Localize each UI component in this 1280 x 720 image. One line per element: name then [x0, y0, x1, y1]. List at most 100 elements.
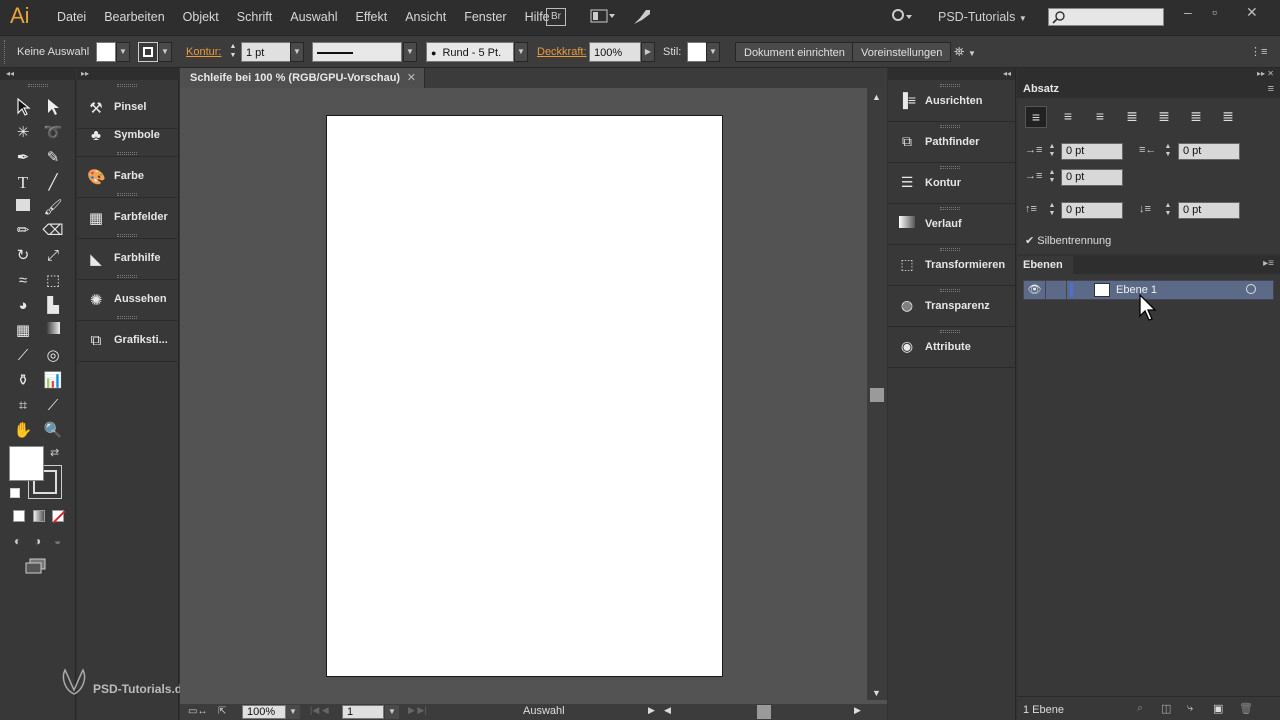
menu-effekt[interactable]: Effekt — [346, 10, 396, 24]
new-sublayer-icon[interactable]: ⤷ — [1187, 702, 1193, 715]
justify-right-icon[interactable]: ≣ — [1185, 106, 1207, 128]
align-left-icon[interactable]: ≡ — [1025, 106, 1047, 128]
none-mode-icon[interactable] — [52, 510, 65, 523]
first-line-stepper[interactable]: ▲ ▼ — [1047, 169, 1057, 186]
vertical-scroll-thumb[interactable] — [870, 388, 884, 402]
scroll-right-icon[interactable]: ▶ — [854, 705, 861, 716]
share-icon[interactable]: ⇱ — [218, 706, 226, 717]
slice-tool-icon[interactable]: ⟋ — [42, 395, 64, 417]
panel-menu-icon[interactable]: ▸≡ — [1263, 258, 1274, 269]
menu-auswahl[interactable]: Auswahl — [281, 10, 346, 24]
stroke-label[interactable]: Kontur: — [186, 42, 221, 62]
isolate-selection-icon[interactable]: ⛯ ▼ — [954, 42, 988, 62]
shape-builder-icon[interactable]: ◕ — [12, 295, 34, 317]
new-layer-icon[interactable]: ▣ — [1213, 702, 1223, 715]
panel-ausrichten[interactable]: ▐≡ Ausrichten — [888, 81, 1015, 122]
lock-toggle[interactable] — [1047, 281, 1067, 299]
style-swatch[interactable] — [687, 42, 707, 62]
document-setup-button[interactable]: Dokument einrichten — [735, 42, 854, 62]
menu-datei[interactable]: Datei — [48, 10, 95, 24]
stroke-profile-field[interactable]: Gleichm. — [312, 42, 402, 79]
mesh-tool-icon[interactable]: ▦ — [12, 320, 34, 342]
pen-tool-icon[interactable]: ✒ — [12, 147, 34, 169]
align-center-icon[interactable]: ≡ — [1057, 106, 1079, 128]
horizontal-scroll-thumb[interactable] — [757, 705, 771, 719]
stroke-weight-field[interactable]: 1 pt — [241, 42, 291, 62]
justify-center-icon[interactable]: ≣ — [1153, 106, 1175, 128]
layers-panel-header[interactable]: Ebenen ▸≡ — [1017, 256, 1280, 274]
type-tool-icon[interactable]: T — [12, 172, 34, 194]
direct-selection-tool-icon[interactable] — [42, 98, 64, 120]
indent-left-stepper[interactable]: ▲ ▼ — [1047, 143, 1057, 160]
fill-swatch[interactable] — [96, 42, 116, 62]
magic-wand-icon[interactable]: ✳ — [12, 122, 34, 144]
bridge-button[interactable]: Br — [546, 8, 566, 26]
curvature-tool-icon[interactable]: ✎ — [42, 147, 64, 169]
fill-dropdown[interactable]: ▼ — [116, 42, 130, 62]
eraser-tool-icon[interactable]: ⌫ — [42, 220, 64, 242]
zoom-field[interactable]: 100% — [242, 705, 286, 719]
zoom-dropdown[interactable]: ▼ — [286, 705, 300, 719]
preferences-button[interactable]: Voreinstellungen — [852, 42, 952, 62]
first-line-indent-field[interactable]: 0 pt — [1061, 169, 1123, 186]
menu-schrift[interactable]: Schrift — [228, 10, 281, 24]
status-menu-arrow[interactable]: ▶ — [648, 705, 655, 716]
pencil-tool-icon[interactable]: ✏ — [12, 220, 34, 242]
gpu-rocket-icon[interactable] — [632, 8, 652, 26]
stroke-swatch-dropdown[interactable]: ▼ — [158, 42, 172, 62]
rectangle-tool-icon[interactable] — [12, 197, 34, 219]
document-tab[interactable]: Schleife bei 100 % (RGB/GPU-Vorschau) ✕ — [180, 68, 425, 88]
layers-tab[interactable]: Ebenen — [1017, 256, 1073, 274]
close-tab-icon[interactable]: ✕ — [407, 68, 416, 88]
grip-handle[interactable] — [4, 40, 7, 64]
delete-layer-icon[interactable]: 🗑 — [1239, 702, 1253, 715]
draw-behind-icon[interactable]: ◑ — [34, 534, 41, 548]
align-right-icon[interactable]: ≡ — [1089, 106, 1111, 128]
paintbrush-tool-icon[interactable]: 🖌 — [42, 197, 64, 219]
stroke-weight-stepper[interactable]: ▲ ▼ — [228, 42, 238, 62]
paragraph-panel-header[interactable]: Absatz ≡ — [1017, 80, 1280, 98]
justify-left-icon[interactable]: ≣ — [1121, 106, 1143, 128]
artboard[interactable] — [326, 115, 723, 677]
panel-farbfelder[interactable]: ▦ Farbfelder — [77, 198, 177, 239]
hyphenation-checkbox[interactable]: ✔ Silbentrennung — [1025, 234, 1111, 247]
brush-definition-field[interactable]: ● Rund - 5 Pt. — [426, 42, 514, 62]
scale-tool-icon[interactable]: ⤢ — [42, 245, 64, 267]
opacity-label[interactable]: Deckkraft: — [537, 42, 587, 62]
width-tool-icon[interactable]: ≈ — [12, 270, 34, 292]
column-graph-icon[interactable]: 📊 — [42, 370, 64, 392]
search-input[interactable] — [1048, 8, 1164, 26]
stroke-swatch[interactable] — [138, 42, 158, 62]
perspective-grid-icon[interactable]: ▙ — [42, 295, 64, 317]
scroll-up-icon[interactable]: ▲ — [872, 92, 881, 102]
style-dropdown[interactable]: ▼ — [706, 42, 720, 62]
make-clipping-mask-icon[interactable]: ◫ — [1161, 702, 1171, 715]
scroll-left-icon[interactable]: ◀ — [664, 705, 671, 716]
menu-ansicht[interactable]: Ansicht — [396, 10, 455, 24]
panel-menu-icon[interactable]: ≡ — [1268, 80, 1274, 98]
panel-menu-icon[interactable]: ⋮≡ — [1250, 42, 1268, 62]
sync-settings-icon[interactable] — [890, 7, 914, 25]
panel-kontur[interactable]: ☰ Kontur — [888, 163, 1015, 204]
vertical-scrollbar[interactable]: ▲ ▼ — [867, 88, 887, 700]
menu-fenster[interactable]: Fenster — [455, 10, 515, 24]
opacity-field[interactable]: 100% — [589, 42, 641, 62]
lasso-icon[interactable]: ➰ — [42, 122, 64, 144]
artboard-navigation-icon[interactable]: ▭↔ — [188, 706, 207, 717]
expand-panels-icon[interactable]: ▸▸ — [77, 68, 179, 80]
minimize-icon[interactable]: – — [1184, 4, 1192, 20]
panel-attribute[interactable]: ◉ Attribute — [888, 327, 1015, 368]
arrange-documents-icon[interactable] — [590, 8, 616, 26]
color-mode-icon[interactable] — [13, 510, 25, 522]
indent-right-field[interactable]: 0 pt — [1178, 143, 1240, 160]
eyedropper-icon[interactable]: ⟋ — [12, 345, 34, 367]
panel-farbhilfe[interactable]: ◣ Farbhilfe — [77, 239, 177, 280]
visibility-eye-icon[interactable]: 👁 — [1024, 281, 1046, 299]
hand-tool-icon[interactable]: ✋ — [12, 420, 34, 442]
maximize-icon[interactable]: ▫ — [1212, 4, 1217, 20]
gradient-tool-icon[interactable] — [42, 320, 64, 342]
collapse-panel-icon[interactable]: ▸▸ ✕ — [1017, 68, 1280, 80]
workspace-switcher[interactable]: PSD-Tutorials ▼ — [938, 10, 1027, 24]
indent-right-stepper[interactable]: ▲ ▼ — [1163, 143, 1173, 160]
panel-aussehen[interactable]: ✺ Aussehen — [77, 280, 177, 321]
